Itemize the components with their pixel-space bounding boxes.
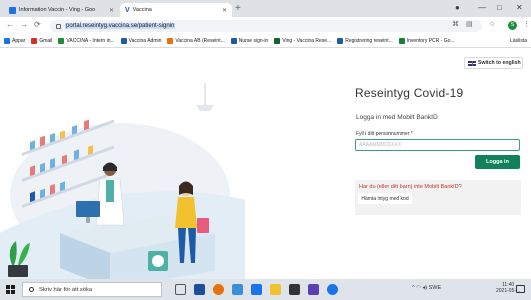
menu-icon[interactable]: ⋮ [523, 20, 530, 30]
back-button[interactable]: ← [6, 20, 14, 30]
personnummer-label: Fyll i ditt personnummer * [356, 131, 413, 137]
volume-icon[interactable]: ◂) [422, 285, 427, 291]
search-icon [29, 287, 34, 292]
extension-icon[interactable]: ⌘ [452, 20, 459, 30]
edge-icon[interactable] [232, 284, 243, 295]
forward-button[interactable]: → [20, 20, 28, 30]
bookmark-item[interactable]: VACCINA - Intern in... [58, 37, 115, 44]
avatar[interactable]: S [508, 21, 517, 30]
bookmark-item[interactable]: Appar [4, 37, 26, 44]
switch-language-button[interactable]: Switch to english [464, 57, 523, 69]
switch-language-label: Switch to english [478, 60, 521, 66]
lock-icon [56, 23, 61, 29]
bookmark-icon [4, 37, 10, 44]
bookmark-icon [398, 37, 405, 44]
bookmark-item[interactable]: Gmail [31, 37, 53, 44]
bookmark-label: Gmail [39, 37, 53, 44]
bookmark-label: VACCINA - Intern in... [66, 37, 115, 44]
bookmark-item[interactable]: Ving - Vaccina Rese... [274, 37, 332, 44]
close-icon[interactable]: ✕ [109, 7, 114, 14]
bookmark-icon [58, 37, 65, 44]
taskbar-search[interactable]: Skriv här för att söka [22, 282, 162, 297]
reading-list[interactable]: Läslista [510, 38, 531, 44]
outlook-icon[interactable] [308, 284, 319, 295]
bookmark-item[interactable]: Inventory PCR - Go... [398, 37, 455, 44]
tray-chevron-icon[interactable]: ^ [412, 285, 415, 291]
tab-label: Vaccina [132, 7, 152, 13]
address-row: ← → ⟳ portal.reseintyg.vaccina.se/patien… [0, 17, 531, 34]
minimize-button[interactable]: — [478, 2, 486, 14]
taskbar: Skriv här för att söka ^ ◠ ◂) SWE 11:40 … [0, 279, 531, 300]
notification-icon[interactable] [516, 285, 525, 293]
bookmark-icon [120, 37, 127, 44]
bookmark-label: Nurse sign-in [238, 37, 269, 44]
file-explorer-icon[interactable] [270, 284, 281, 295]
uk-flag-icon [468, 60, 476, 66]
browser-icon[interactable] [327, 284, 338, 295]
bookmark-item[interactable]: Nurse sign-in [230, 37, 269, 44]
teams-icon[interactable] [251, 284, 262, 295]
store-icon[interactable] [289, 284, 300, 295]
page-title: Reseintyg Covid-19 [355, 86, 464, 100]
reading-list-label: Läslista [510, 37, 527, 44]
bookmark-item[interactable]: Registrering reseint... [337, 37, 393, 44]
url-text: portal.reseintyg.vaccina.se/patient-sign… [65, 23, 176, 29]
profile-icon[interactable]: ● [455, 2, 460, 14]
bookmark-label: Registrering reseint... [345, 37, 393, 44]
page-subtitle: Logga in med Mobilt BankID [356, 114, 438, 121]
maximize-button[interactable]: □ [497, 2, 502, 14]
fetch-with-code-button[interactable]: Hämta intyg med kod [358, 193, 412, 204]
new-tab-button[interactable]: + [235, 3, 241, 15]
no-bankid-link[interactable]: Har du (eller ditt barn) inte Mobilt Ban… [359, 184, 462, 190]
tab-information-vaccin[interactable]: Information Vaccin - Ving - Goo ✕ [4, 3, 119, 17]
task-view-icon[interactable] [175, 284, 186, 295]
system-tray[interactable]: ^ ◠ ◂) SWE [412, 285, 441, 291]
bookmark-icon [274, 37, 281, 44]
bookmark-icon [167, 37, 174, 44]
tab-vaccina[interactable]: V Vaccina ✕ [120, 3, 232, 17]
login-button[interactable]: Logga in [475, 155, 520, 169]
close-window-button[interactable]: ✕ [516, 2, 523, 14]
bookmark-label: Ving - Vaccina Rese... [282, 37, 332, 44]
windows-start-icon[interactable] [6, 285, 15, 294]
keyboard-language[interactable]: SWE [429, 285, 442, 291]
tab-label: Information Vaccin - Ving - Goo [19, 7, 96, 13]
bookmark-icon [230, 37, 237, 44]
docs-icon [9, 6, 16, 14]
page-content: Switch to english Reseintyg Covid-19 Log… [0, 48, 531, 279]
bookmark-icon [31, 37, 38, 44]
browser-tab-strip: Information Vaccin - Ving - Goo ✕ V Vacc… [0, 0, 531, 17]
close-icon[interactable]: ✕ [222, 7, 227, 14]
vaccina-icon: V [125, 6, 130, 14]
address-bar[interactable]: portal.reseintyg.vaccina.se/patient-sign… [50, 20, 482, 32]
bookmark-label: Vaccina Admin [128, 37, 162, 44]
bookmark-label: Inventory PCR - Go... [406, 37, 455, 44]
star-icon[interactable]: ☆ [489, 20, 495, 30]
bookmarks-bar: Appar Gmail VACCINA - Intern in... Vaccina … [0, 34, 531, 48]
bookmark-item[interactable]: Vaccina Admin [120, 37, 162, 44]
personnummer-input[interactable] [355, 139, 520, 151]
bookmark-icon [337, 37, 344, 44]
reload-button[interactable]: ⟳ [34, 20, 41, 30]
chrome-icon[interactable] [213, 284, 224, 295]
reader-icon[interactable]: ▤ [466, 20, 473, 30]
no-bankid-panel: Har du (eller ditt barn) inte Mobilt Ban… [355, 180, 521, 215]
bookmark-label: Appar [12, 37, 26, 44]
bookmark-label: Vaccina AB (Reseint... [175, 37, 225, 44]
mail-icon[interactable] [194, 284, 205, 295]
taskbar-search-placeholder: Skriv här för att söka [39, 286, 93, 293]
pharmacy-illustration [0, 83, 245, 279]
wifi-icon[interactable]: ◠ [416, 285, 421, 291]
bookmark-item[interactable]: Vaccina AB (Reseint... [167, 37, 225, 44]
